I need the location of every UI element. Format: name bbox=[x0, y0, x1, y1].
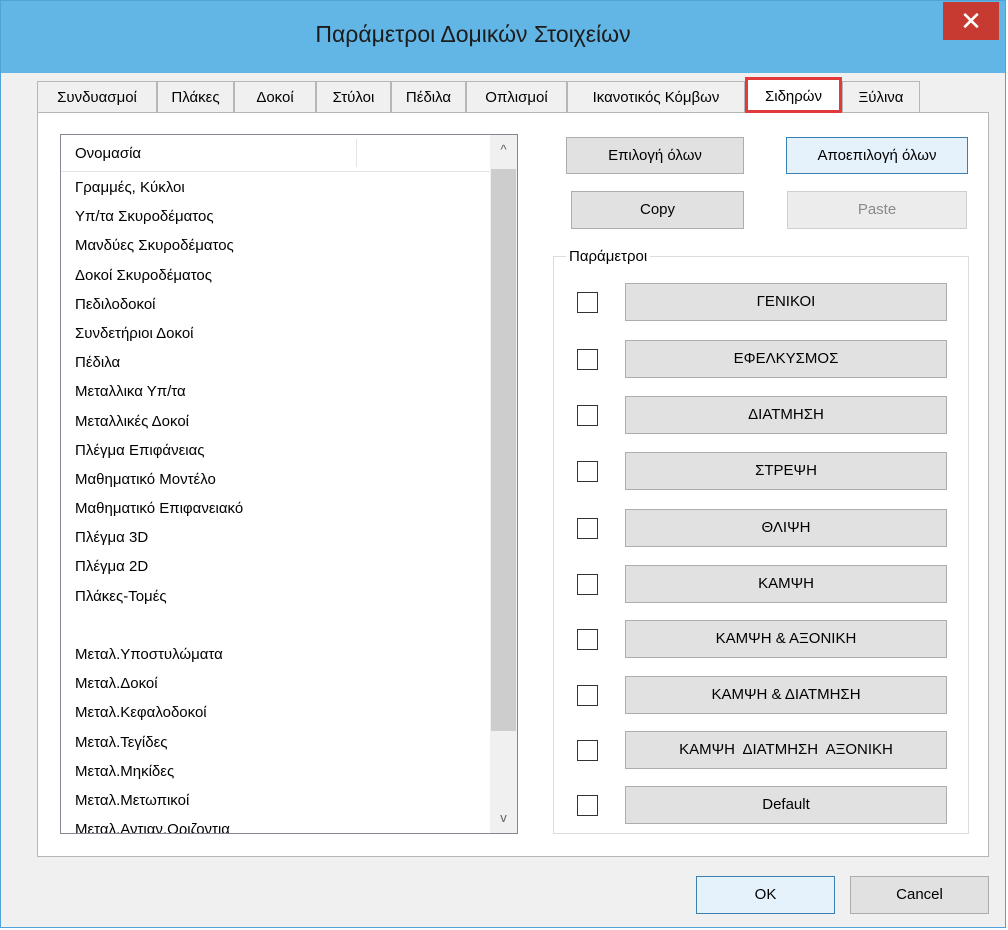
paste-button[interactable]: Paste bbox=[787, 191, 967, 229]
param-checkbox-bending-axial[interactable] bbox=[577, 629, 598, 650]
param-button-torsion[interactable]: ΣΤΡΕΨΗ bbox=[625, 452, 947, 490]
list-header-name: Ονομασία bbox=[75, 145, 142, 162]
tab-beams[interactable]: Δοκοί bbox=[234, 81, 316, 112]
window-title: Παράμετροι Δομικών Στοιχείων bbox=[315, 21, 631, 47]
list-items: Γραμμές, Κύκλοι Υπ/τα Σκυροδέματος Μανδύ… bbox=[75, 173, 485, 833]
param-checkbox-bending-shear[interactable] bbox=[577, 685, 598, 706]
list-item[interactable]: Πλέγμα Επιφάνειας bbox=[75, 436, 485, 465]
list-item-blank[interactable] bbox=[75, 611, 485, 640]
list-item[interactable]: Μεταλλικα Υπ/τα bbox=[75, 377, 485, 406]
tab-footings[interactable]: Πέδιλα bbox=[391, 81, 466, 112]
select-all-button[interactable]: Επιλογή όλων bbox=[566, 137, 744, 174]
tab-combinations[interactable]: Συνδυασμοί bbox=[37, 81, 157, 112]
list-header[interactable]: Ονομασία bbox=[61, 135, 491, 172]
list-item[interactable]: Υπ/τα Σκυροδέματος bbox=[75, 202, 485, 231]
param-button-bending-axial[interactable]: ΚΑΜΨΗ & ΑΞΟΝΙΚΗ bbox=[625, 620, 947, 658]
close-button[interactable]: ✕ bbox=[943, 2, 999, 40]
list-item[interactable]: Μεταλ.Μηκίδες bbox=[75, 757, 485, 786]
list-item[interactable]: Συνδετήριοι Δοκοί bbox=[75, 319, 485, 348]
param-button-general[interactable]: ΓΕΝΙΚΟΙ bbox=[625, 283, 947, 321]
list-item[interactable]: Μαθηματικό Μοντέλο bbox=[75, 465, 485, 494]
scrollbar-thumb[interactable] bbox=[491, 169, 516, 731]
param-button-bending-shear-axial[interactable]: ΚΑΜΨΗ ΔΙΑΤΜΗΣΗ ΑΞΟΝΙΚΗ bbox=[625, 731, 947, 769]
close-icon: ✕ bbox=[960, 6, 982, 36]
param-button-default[interactable]: Default bbox=[625, 786, 947, 824]
list-item[interactable]: Μεταλλικές Δοκοί bbox=[75, 407, 485, 436]
element-type-list[interactable]: Ονομασία Γραμμές, Κύκλοι Υπ/τα Σκυροδέμα… bbox=[60, 134, 518, 834]
list-item[interactable]: Πλέγμα 3D bbox=[75, 523, 485, 552]
list-item[interactable]: Μεταλ.Υποστυλώματα bbox=[75, 640, 485, 669]
tab-slabs[interactable]: Πλάκες bbox=[157, 81, 234, 112]
param-checkbox-shear[interactable] bbox=[577, 405, 598, 426]
deselect-all-button[interactable]: Αποεπιλογή όλων bbox=[786, 137, 968, 174]
list-item[interactable]: Γραμμές, Κύκλοι bbox=[75, 173, 485, 202]
list-item[interactable]: Δοκοί Σκυροδέματος bbox=[75, 261, 485, 290]
parameters-group-label: Παράμετροι bbox=[566, 248, 651, 265]
param-button-bending[interactable]: ΚΑΜΨΗ bbox=[625, 565, 947, 603]
param-checkbox-torsion[interactable] bbox=[577, 461, 598, 482]
list-item[interactable]: Πλάκες-Τομές bbox=[75, 582, 485, 611]
scroll-down-icon[interactable]: v bbox=[490, 803, 517, 833]
param-checkbox-general[interactable] bbox=[577, 292, 598, 313]
list-item[interactable]: Μεταλ.Αντιαν.Οριζοντια bbox=[75, 815, 485, 833]
list-item[interactable]: Μεταλ.Κεφαλοδοκοί bbox=[75, 698, 485, 727]
list-item[interactable]: Μεταλ.Τεγίδες bbox=[75, 728, 485, 757]
list-item[interactable]: Πλέγμα 2D bbox=[75, 552, 485, 581]
cancel-button[interactable]: Cancel bbox=[850, 876, 989, 914]
tab-timber[interactable]: Ξύλινα bbox=[842, 81, 920, 112]
list-item[interactable]: Μεταλ.Δοκοί bbox=[75, 669, 485, 698]
scroll-up-icon[interactable]: ^ bbox=[490, 135, 517, 165]
param-button-bending-shear[interactable]: ΚΑΜΨΗ & ΔΙΑΤΜΗΣΗ bbox=[625, 676, 947, 714]
param-button-compression[interactable]: ΘΛΙΨΗ bbox=[625, 509, 947, 547]
param-checkbox-bending-shear-axial[interactable] bbox=[577, 740, 598, 761]
list-item[interactable]: Μαθηματικό Επιφανειακό bbox=[75, 494, 485, 523]
tab-steel[interactable]: Σιδηρών bbox=[745, 77, 842, 113]
column-separator[interactable] bbox=[356, 139, 357, 167]
param-button-tension[interactable]: ΕΦΕΛΚΥΣΜΟΣ bbox=[625, 340, 947, 378]
tab-reinforcement[interactable]: Οπλισμοί bbox=[466, 81, 567, 112]
list-scrollbar[interactable]: ^ v bbox=[490, 135, 517, 833]
list-item[interactable]: Μανδύες Σκυροδέματος bbox=[75, 231, 485, 260]
copy-button[interactable]: Copy bbox=[571, 191, 744, 229]
param-checkbox-default[interactable] bbox=[577, 795, 598, 816]
param-button-shear[interactable]: ΔΙΑΤΜΗΣΗ bbox=[625, 396, 947, 434]
tab-columns[interactable]: Στύλοι bbox=[316, 81, 391, 112]
tab-capacity-joints[interactable]: Ικανοτικός Κόμβων bbox=[567, 81, 745, 112]
list-item[interactable]: Μεταλ.Μετωπικοί bbox=[75, 786, 485, 815]
list-item[interactable]: Πέδιλα bbox=[75, 348, 485, 377]
title-bar[interactable]: Παράμετροι Δομικών Στοιχείων ✕ bbox=[1, 1, 1005, 73]
list-item[interactable]: Πεδιλοδοκοί bbox=[75, 290, 485, 319]
param-checkbox-tension[interactable] bbox=[577, 349, 598, 370]
ok-button[interactable]: OK bbox=[696, 876, 835, 914]
param-checkbox-bending[interactable] bbox=[577, 574, 598, 595]
param-checkbox-compression[interactable] bbox=[577, 518, 598, 539]
